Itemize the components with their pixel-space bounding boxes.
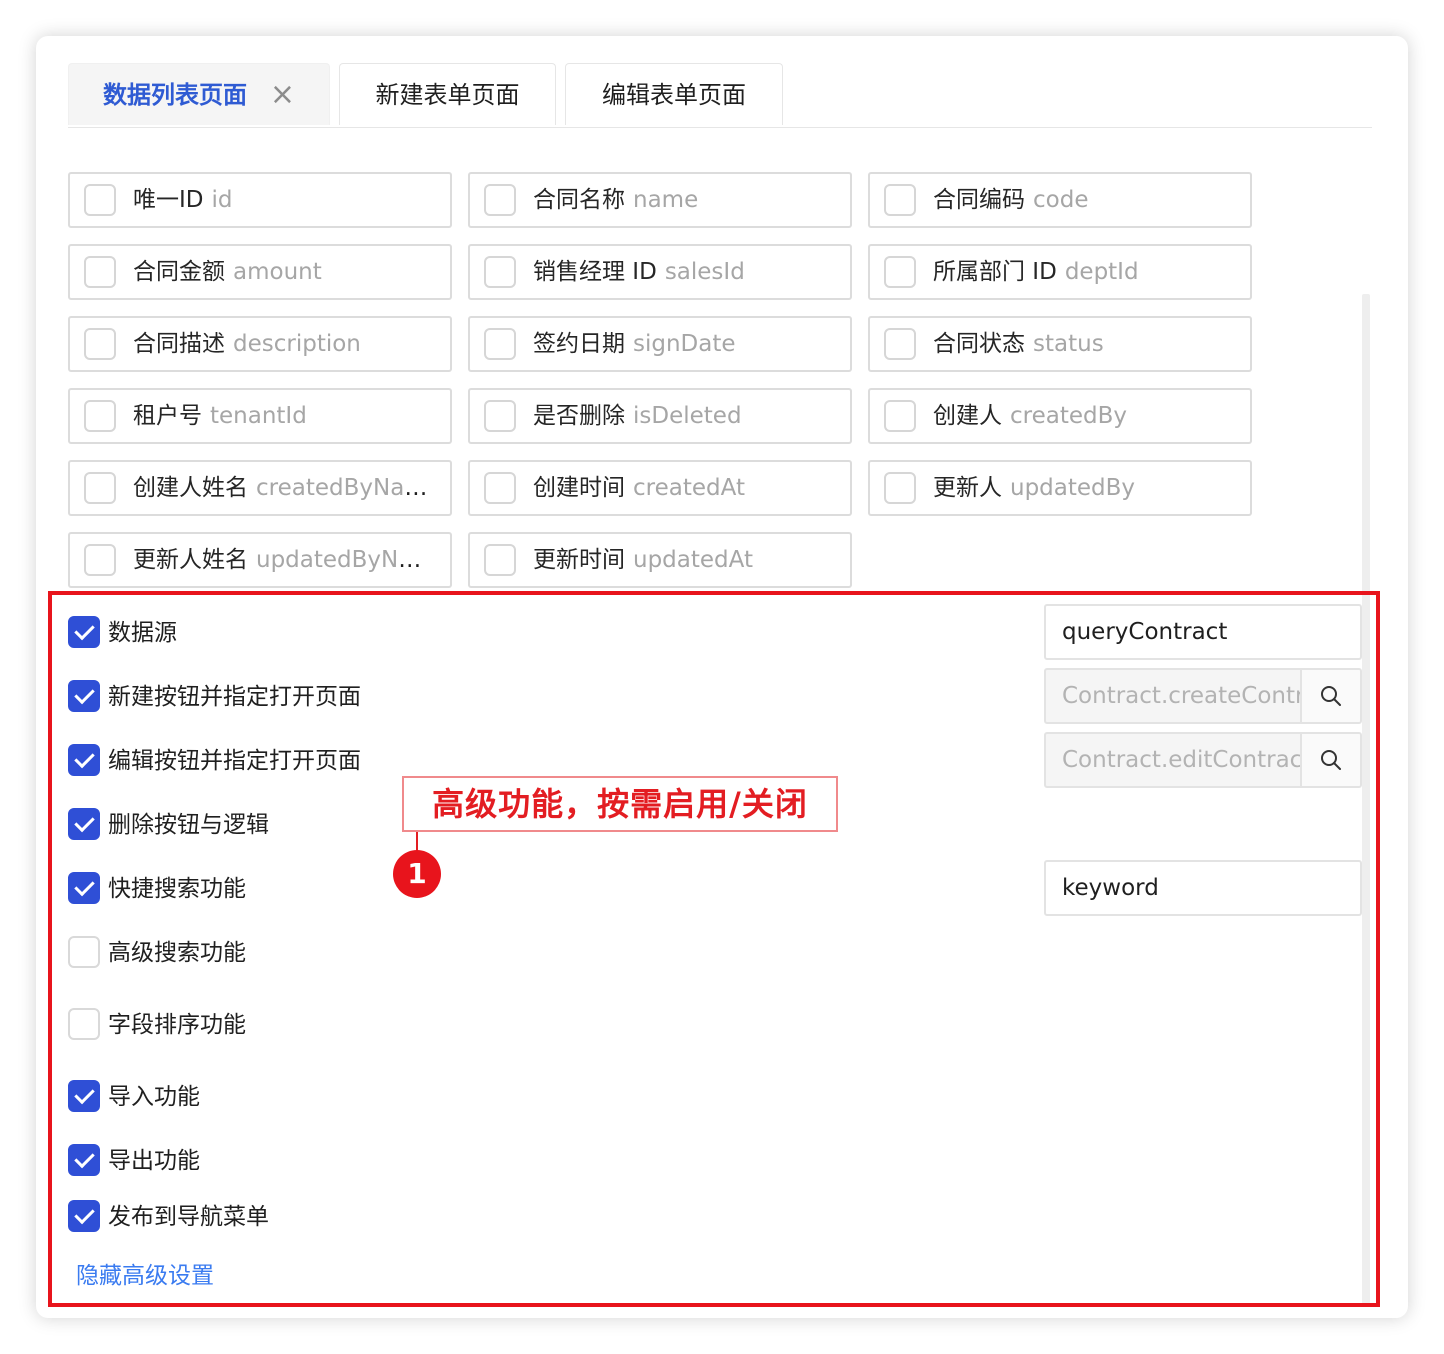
field-checkbox[interactable] [84,544,116,576]
field-label: 销售经理 ID [533,259,657,285]
tab-bar: 数据列表页面 × 新建表单页面 编辑表单页面 [68,63,1372,128]
field-createdby[interactable]: 创建人 createdBy [868,388,1252,444]
field-key: isDeleted [633,403,742,429]
field-key: status [1033,331,1104,357]
field-deptid[interactable]: 所属部门 ID deptId [868,244,1252,300]
field-checkbox[interactable] [484,328,516,360]
tab-label: 编辑表单页面 [602,81,746,109]
field-name[interactable]: 合同名称 name [468,172,852,228]
field-tenantid[interactable]: 租户号 tenantId [68,388,452,444]
field-checkbox[interactable] [84,184,116,216]
field-key: name [633,187,699,213]
field-updatedby[interactable]: 更新人 updatedBy [868,460,1252,516]
field-isdeleted[interactable]: 是否删除 isDeleted [468,388,852,444]
field-key: code [1033,187,1089,213]
field-checkbox[interactable] [884,184,916,216]
field-key: signDate [633,331,736,357]
field-key: updatedByNa... [256,547,432,573]
field-key: updatedBy [1010,475,1136,501]
field-key: updatedAt [633,547,753,573]
field-key: id [211,187,233,213]
field-salesid[interactable]: 销售经理 ID salesId [468,244,852,300]
field-label: 合同名称 [533,187,625,213]
field-checkbox[interactable] [484,256,516,288]
field-checkbox[interactable] [884,256,916,288]
field-checkbox[interactable] [484,472,516,504]
field-updatedbyname[interactable]: 更新人姓名 updatedByNa... [68,532,452,588]
field-key: createdByName [256,475,432,501]
field-key: salesId [664,259,745,285]
tab-edit-form[interactable]: 编辑表单页面 [565,63,783,125]
field-checkbox[interactable] [884,472,916,504]
field-id[interactable]: 唯一ID id [68,172,452,228]
tab-new-form[interactable]: 新建表单页面 [339,63,556,125]
page-card: 数据列表页面 × 新建表单页面 编辑表单页面 唯一ID id 合同名称 name 合… [36,36,1408,1318]
field-key: tenantId [210,403,307,429]
field-checkbox[interactable] [84,256,116,288]
field-label: 合同金额 [133,259,225,285]
field-label: 更新人姓名 [133,547,248,573]
field-key: deptId [1064,259,1139,285]
tab-label: 数据列表页面 [103,81,247,109]
field-createdbyname[interactable]: 创建人姓名 createdByName [68,460,452,516]
field-checkbox[interactable] [884,328,916,360]
field-amount[interactable]: 合同金额 amount [68,244,452,300]
field-label: 是否删除 [533,403,625,429]
field-checkbox[interactable] [884,400,916,432]
field-checkbox[interactable] [484,400,516,432]
field-label: 更新时间 [533,547,625,573]
close-icon[interactable]: × [270,64,295,126]
field-checkbox[interactable] [484,184,516,216]
field-label: 创建时间 [533,475,625,501]
field-checkbox[interactable] [84,472,116,504]
field-checkbox[interactable] [484,544,516,576]
field-description[interactable]: 合同描述 description [68,316,452,372]
field-createdat[interactable]: 创建时间 createdAt [468,460,852,516]
field-updatedat[interactable]: 更新时间 updatedAt [468,532,852,588]
field-label: 租户号 [133,403,202,429]
field-key: createdAt [633,475,745,501]
field-label: 所属部门 ID [933,259,1057,285]
field-label: 创建人姓名 [133,475,248,501]
tab-label: 新建表单页面 [375,81,520,109]
field-label: 创建人 [933,403,1002,429]
field-label: 更新人 [933,475,1002,501]
field-label: 签约日期 [533,331,625,357]
field-key: description [233,331,361,357]
field-label: 合同描述 [133,331,225,357]
annotation-frame [48,591,1380,1307]
annotation-note: 高级功能，按需启用/关闭 [402,776,838,832]
field-code[interactable]: 合同编码 code [868,172,1252,228]
field-checkbox[interactable] [84,328,116,360]
field-signdate[interactable]: 签约日期 signDate [468,316,852,372]
tab-data-list[interactable]: 数据列表页面 × [68,63,330,125]
field-status[interactable]: 合同状态 status [868,316,1252,372]
field-label: 唯一ID [133,187,204,213]
field-key: createdBy [1010,403,1127,429]
field-checkbox[interactable] [84,400,116,432]
field-label: 合同编码 [933,187,1025,213]
annotation-marker: 1 [393,850,441,898]
field-key: amount [233,259,322,285]
field-label: 合同状态 [933,331,1025,357]
